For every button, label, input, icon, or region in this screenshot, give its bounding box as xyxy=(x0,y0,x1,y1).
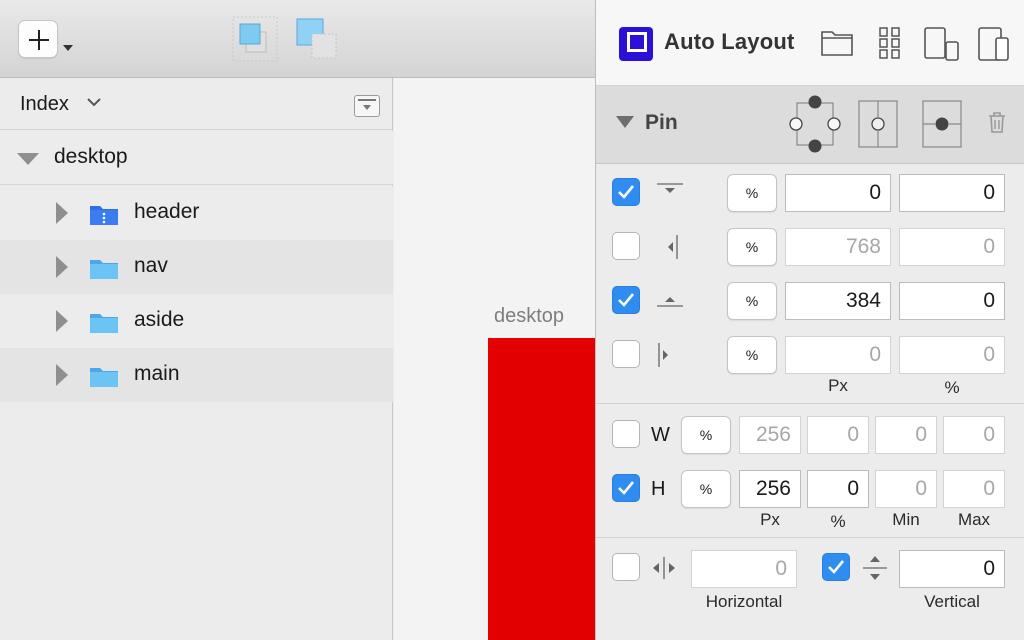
overlap-back-icon[interactable] xyxy=(232,16,278,62)
add-button[interactable] xyxy=(18,20,58,58)
center-vertical-field[interactable]: 0 xyxy=(899,550,1005,588)
collapse-all-button[interactable] xyxy=(354,95,380,117)
pin-px-column-label: Px xyxy=(828,376,848,395)
height-percent-field[interactable]: 0 xyxy=(807,470,869,508)
width-checkbox[interactable] xyxy=(612,420,640,448)
artboard[interactable] xyxy=(488,338,595,640)
pin-top-percent-field[interactable]: 0 xyxy=(899,174,1005,212)
layer-row-main[interactable]: main xyxy=(0,348,393,402)
pin-center-icon[interactable] xyxy=(858,100,898,148)
size-fields: W % 256 0 0 0 H % 256 0 0 0 Px % Min Max xyxy=(596,404,1024,538)
pin-bottom-checkbox[interactable] xyxy=(612,286,640,314)
folder-icon xyxy=(90,314,118,333)
layer-name: header xyxy=(134,200,200,223)
plus-icon xyxy=(29,30,49,50)
width-max-field[interactable]: 0 xyxy=(943,416,1005,454)
index-header: Index xyxy=(0,78,393,130)
pin-top-px-field[interactable]: 0 xyxy=(785,174,891,212)
layer-row-nav[interactable]: nav xyxy=(0,240,393,294)
width-percent-field[interactable]: 0 xyxy=(807,416,869,454)
disclosure-collapsed-icon[interactable] xyxy=(56,256,68,278)
artboard-title[interactable]: desktop xyxy=(494,305,564,328)
height-label: H xyxy=(651,478,666,500)
auto-layout-panel: Auto Layout Pin % 0 0 % 768 0 % 384 0 % … xyxy=(595,0,1024,640)
pin-left-checkbox[interactable] xyxy=(612,340,640,368)
size-max-column-label: Max xyxy=(957,510,991,529)
size-percent-column-label: % xyxy=(830,512,846,531)
center-vertical-icon xyxy=(863,556,887,580)
pin-top-icon xyxy=(657,183,683,193)
pin-percent-column-label: % xyxy=(944,378,960,397)
pin-right-percent-toggle[interactable]: % xyxy=(727,228,777,266)
center-vertical-checkbox[interactable] xyxy=(822,553,850,581)
pin-bottom-percent-toggle[interactable]: % xyxy=(727,282,777,320)
toolbar xyxy=(0,0,595,78)
pin-section-header[interactable]: Pin xyxy=(596,86,1024,164)
disclosure-expanded-icon[interactable] xyxy=(616,116,634,128)
height-min-field[interactable]: 0 xyxy=(875,470,937,508)
pin-bottom-percent-field[interactable]: 0 xyxy=(899,282,1005,320)
layer-name: main xyxy=(134,362,180,385)
disclosure-collapsed-icon[interactable] xyxy=(56,310,68,332)
pin-fill-icon[interactable] xyxy=(922,100,962,148)
folder-icon[interactable] xyxy=(820,26,854,58)
pin-right-icon xyxy=(668,235,678,259)
pin-right-px-field[interactable]: 768 xyxy=(785,228,891,266)
disclosure-collapsed-icon[interactable] xyxy=(56,202,68,224)
size-px-column-label: Px xyxy=(760,510,780,529)
height-max-field[interactable]: 0 xyxy=(943,470,1005,508)
pin-left-px-field[interactable]: 0 xyxy=(785,336,891,374)
width-px-field[interactable]: 256 xyxy=(739,416,801,454)
center-fields: 0 Horizontal 0 Vertical xyxy=(596,538,1024,640)
phone-tablet-icon[interactable] xyxy=(976,26,1012,62)
center-vertical-label: Vertical xyxy=(924,592,980,611)
pin-left-percent-field[interactable]: 0 xyxy=(899,336,1005,374)
tablet-phone-icon[interactable] xyxy=(922,26,962,62)
folder-icon xyxy=(90,260,118,279)
pin-left-percent-toggle[interactable]: % xyxy=(727,336,777,374)
pin-fields: % 0 0 % 768 0 % 384 0 % 0 0 Px % xyxy=(596,164,1024,404)
pin-top-percent-toggle[interactable]: % xyxy=(727,174,777,212)
pin-right-checkbox[interactable] xyxy=(612,232,640,260)
center-horizontal-field[interactable]: 0 xyxy=(691,550,797,588)
folder-icon xyxy=(90,206,118,225)
center-horizontal-icon xyxy=(653,557,675,579)
pin-top-checkbox[interactable] xyxy=(612,178,640,206)
layer-row-header[interactable]: header xyxy=(0,186,393,240)
folder-icon xyxy=(90,368,118,387)
width-percent-toggle[interactable]: % xyxy=(681,416,731,454)
layer-name: nav xyxy=(134,254,168,277)
size-min-column-label: Min xyxy=(892,510,920,529)
center-horizontal-label: Horizontal xyxy=(705,592,783,611)
disclosure-expanded-icon[interactable] xyxy=(17,153,39,165)
plugin-title: Auto Layout xyxy=(664,29,795,54)
grid-icon[interactable] xyxy=(878,26,902,60)
layer-row-desktop[interactable]: desktop xyxy=(0,131,393,185)
height-percent-toggle[interactable]: % xyxy=(681,470,731,508)
pin-right-percent-field[interactable]: 0 xyxy=(899,228,1005,266)
chevron-down-icon[interactable] xyxy=(87,97,101,107)
pin-all-sides-icon[interactable] xyxy=(786,94,844,154)
auto-layout-logo-icon xyxy=(619,27,653,61)
plugin-header: Auto Layout xyxy=(596,0,1024,86)
add-menu-caret-icon[interactable] xyxy=(63,45,73,51)
height-checkbox[interactable] xyxy=(612,474,640,502)
height-px-field[interactable]: 256 xyxy=(739,470,801,508)
center-horizontal-checkbox[interactable] xyxy=(612,553,640,581)
layer-name: desktop xyxy=(54,145,128,168)
pin-bottom-icon xyxy=(657,297,683,307)
trash-icon[interactable] xyxy=(986,110,1008,134)
pin-bottom-px-field[interactable]: 384 xyxy=(785,282,891,320)
disclosure-collapsed-icon[interactable] xyxy=(56,364,68,386)
layer-row-aside[interactable]: aside xyxy=(0,294,393,348)
width-label: W xyxy=(651,424,670,446)
layer-name: aside xyxy=(134,308,185,331)
width-min-field[interactable]: 0 xyxy=(875,416,937,454)
layer-list: Index desktop header nav aside main xyxy=(0,78,393,640)
index-dropdown-label[interactable]: Index xyxy=(20,93,69,116)
pin-label: Pin xyxy=(645,111,678,134)
overlap-front-icon[interactable] xyxy=(294,16,340,62)
pin-left-icon xyxy=(658,343,668,367)
